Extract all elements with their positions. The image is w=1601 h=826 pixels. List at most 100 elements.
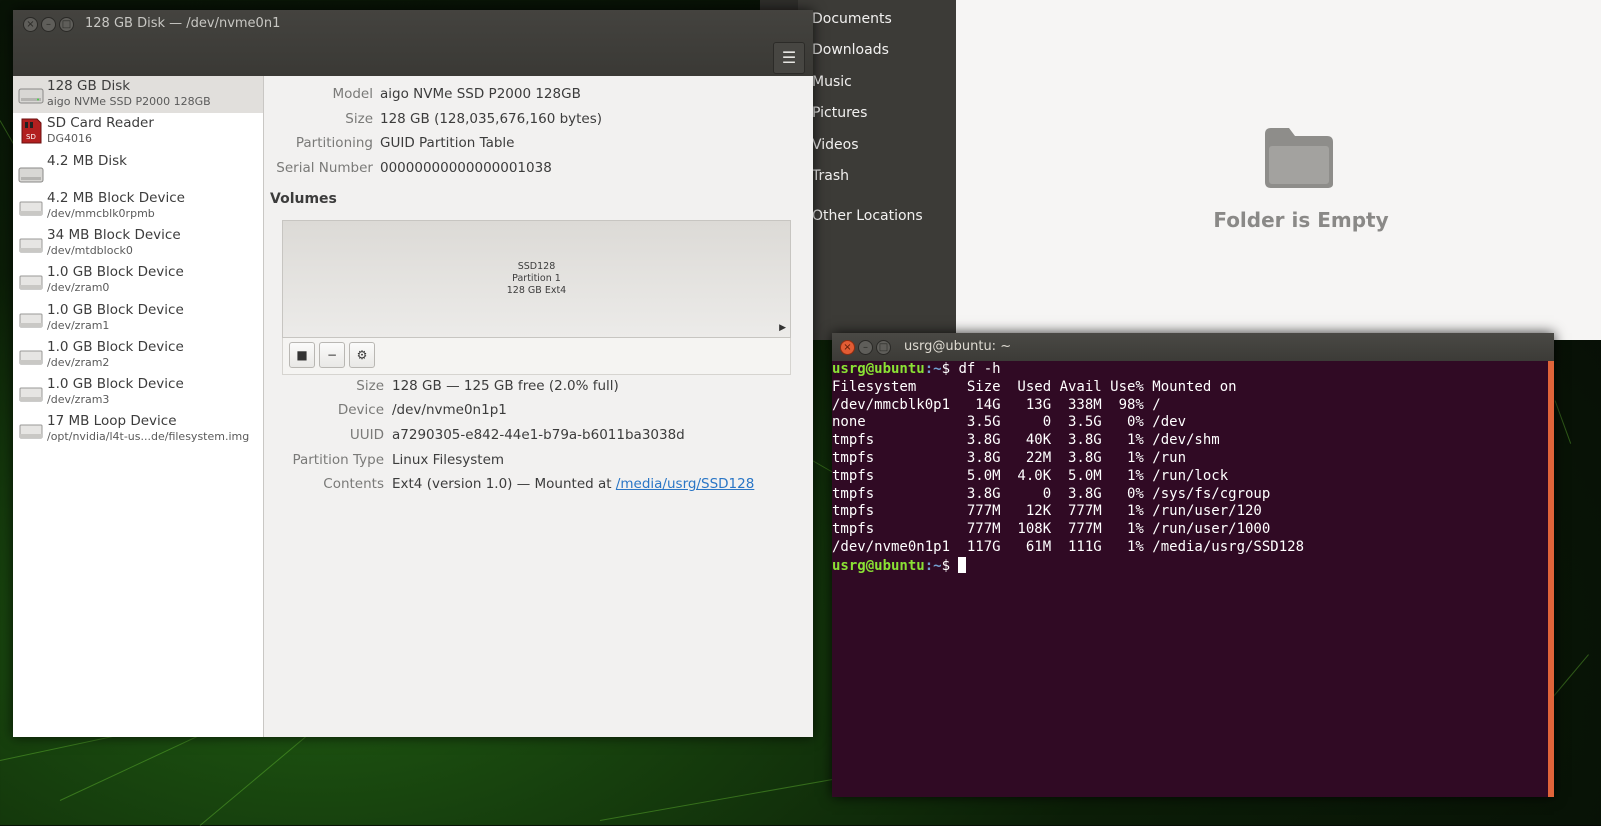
place-other-locations[interactable]: Other Locations [812,208,923,224]
size-label: Size [345,111,373,127]
device-item[interactable]: 17 MB Loop Device /opt/nvidia/l4t-us...d… [13,411,263,448]
block-device-icon [19,238,43,253]
output-line: /dev/nvme0n1p1 117G 61M 111G 1% /media/u… [832,538,1305,555]
play-icon: ▶ [779,323,786,333]
maximize-button[interactable]: □ [876,340,891,355]
device-sub: /dev/zram2 [47,356,110,369]
place-videos[interactable]: Videos [812,137,859,153]
device-name: SD Card Reader [47,115,154,131]
prompt-path: :~ [924,557,942,574]
prompt-user: usrg@ubuntu [832,361,925,377]
harddisk-icon [18,88,44,104]
volume-fs: 128 GB Ext4 [506,285,567,296]
output-line: Filesystem Size Used Avail Use% Mounted … [832,378,1237,395]
device-item[interactable]: 1.0 GB Block Device /dev/zram2 [13,337,263,374]
volume-partition[interactable]: SSD128 Partition 1 128 GB Ext4 ▶ [282,220,791,338]
text-cursor [958,556,967,573]
device-sub: aigo NVMe SSD P2000 128GB [47,95,211,108]
device-name: 17 MB Loop Device [47,413,177,429]
files-content: Folder is Empty [956,0,1601,340]
device-sub: DG4016 [47,132,92,145]
empty-folder-message: Folder is Empty [1213,208,1389,232]
device-list: 128 GB Disk aigo NVMe SSD P2000 128GB SD… [13,76,264,737]
output-line: tmpfs 777M 12K 777M 1% /run/user/120 [832,503,1262,520]
device-item[interactable]: 4.2 MB Disk [13,151,263,188]
device-label: Device [337,402,384,418]
serial-value: 00000000000000001038 [380,160,552,176]
device-sub: /dev/mmcblk0rpmb [47,207,155,220]
output-line: tmpfs 5.0M 4.0K 5.0M 1% /run/lock [832,467,1229,484]
size-value: 128 GB (128,035,676,160 bytes) [380,111,603,127]
contents-value: Ext4 (version 1.0) — Mounted at /media/u… [392,476,754,492]
device-item[interactable]: 1.0 GB Block Device /dev/zram1 [13,300,263,337]
partition-type-label: Partition Type [292,452,384,468]
device-name: 1.0 GB Block Device [47,302,184,318]
device-sub: /dev/mtdblock0 [47,244,133,257]
device-sub: /dev/zram3 [47,393,110,406]
minimize-button[interactable]: – [858,340,873,355]
maximize-button[interactable]: □ [59,17,74,32]
block-device-icon [19,387,43,402]
sd-card-icon: SD [21,118,42,144]
drive-details: Model aigo NVMe SSD P2000 128GB Size 128… [264,76,813,737]
place-trash[interactable]: Trash [812,168,849,184]
window-title: 128 GB Disk — /dev/nvme0n1 [85,16,281,31]
output-line: tmpfs 777M 108K 777M 1% /run/user/1000 [832,521,1271,538]
terminal-body[interactable]: usrg@ubuntu:~$ df -h Filesystem Size Use… [832,361,1554,797]
prompt-user: usrg@ubuntu [832,557,925,574]
volume-partition-label: Partition 1 [512,273,561,284]
command-text: df -h [958,361,1001,377]
terminal-title: usrg@ubuntu: ~ [904,339,1012,354]
place-pictures[interactable]: Pictures [812,105,867,121]
titlebar: × – □ 128 GB Disk — /dev/nvme0n1 ☰ [13,10,813,76]
gears-icon[interactable]: ⚙ [349,342,375,368]
device-name: 1.0 GB Block Device [47,339,184,355]
close-button[interactable]: × [23,17,38,32]
device-item[interactable]: 1.0 GB Block Device /dev/zram3 [13,374,263,411]
device-item[interactable]: 4.2 MB Block Device /dev/mmcblk0rpmb [13,188,263,225]
terminal-titlebar: × – □ usrg@ubuntu: ~ [832,333,1554,361]
model-value: aigo NVMe SSD P2000 128GB [380,86,581,102]
output-line: none 3.5G 0 3.5G 0% /dev [832,414,1187,431]
vol-size-value: 128 GB — 125 GB free (2.0% full) [392,378,619,394]
files-window: Documents Downloads Music Pictures Video… [760,0,1601,340]
place-downloads[interactable]: Downloads [812,42,889,58]
harddisk-icon [18,167,44,183]
device-name: 1.0 GB Block Device [47,376,184,392]
stop-icon[interactable]: ■ [289,342,315,368]
volume-name: SSD128 [517,261,556,272]
device-name: 4.2 MB Disk [47,153,127,169]
close-button[interactable]: × [840,340,855,355]
block-device-icon [19,350,43,365]
disks-window: × – □ 128 GB Disk — /dev/nvme0n1 ☰ 128 G… [13,10,813,737]
partition-type-value: Linux Filesystem [392,452,505,468]
mount-point-link[interactable]: /media/usrg/SSD128 [616,476,754,492]
output-line: tmpfs 3.8G 22M 3.8G 1% /run [832,449,1187,466]
svg-text:SD: SD [26,133,36,141]
uuid-label: UUID [349,427,384,443]
prompt-symbol: $ [941,557,959,574]
device-item[interactable]: 128 GB Disk aigo NVMe SSD P2000 128GB [13,76,263,113]
device-sub: /opt/nvidia/l4t-us...de/filesystem.img [47,430,250,443]
prompt-symbol: $ [941,361,959,377]
block-device-icon [19,201,43,216]
device-name: 128 GB Disk [47,78,131,94]
device-sub: /dev/zram1 [47,319,110,332]
device-sub: /dev/zram0 [47,281,110,294]
minus-icon[interactable]: − [319,342,345,368]
terminal-window: × – □ usrg@ubuntu: ~ usrg@ubuntu:~$ df -… [832,333,1554,797]
output-line: tmpfs 3.8G 40K 3.8G 1% /dev/shm [832,432,1220,449]
partitioning-value: GUID Partition Table [380,135,515,151]
prompt-line: usrg@ubuntu:~$ [832,556,1548,575]
device-item[interactable]: 1.0 GB Block Device /dev/zram0 [13,262,263,299]
minimize-button[interactable]: – [41,17,56,32]
place-documents[interactable]: Documents [812,11,892,27]
device-item[interactable]: SD SD Card Reader DG4016 [13,113,263,150]
model-label: Model [332,86,373,102]
hamburger-menu-icon[interactable]: ☰ [773,42,805,74]
partitioning-label: Partitioning [295,135,373,151]
contents-label: Contents [323,476,384,492]
output-line: /dev/mmcblk0p1 14G 13G 338M 98% / [832,396,1161,413]
device-item[interactable]: 34 MB Block Device /dev/mtdblock0 [13,225,263,262]
place-music[interactable]: Music [812,74,852,90]
